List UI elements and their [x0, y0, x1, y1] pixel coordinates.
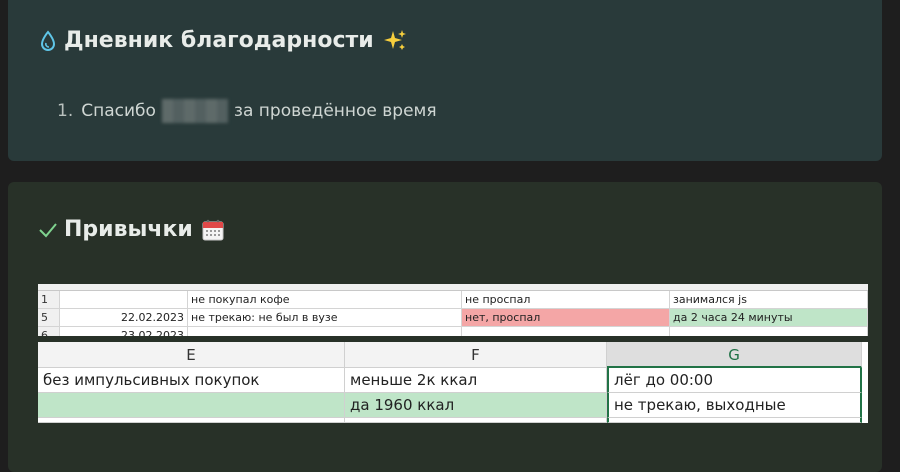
gratitude-list-item: 1. Спасибо за проведённое время [57, 99, 437, 123]
cell: да 1960 ккал [345, 393, 607, 418]
cell [462, 327, 670, 336]
cell [38, 393, 345, 418]
habits-heading: Привычки [38, 217, 225, 242]
habits-card: Привычки 1 не покупал кофе не проспал за… [8, 182, 882, 472]
habits-title: Привычки [64, 217, 193, 242]
cell [38, 418, 345, 423]
cell: нет, проспал [462, 309, 670, 326]
cell: не трекаю: не был в вузе [188, 309, 462, 326]
column-header-e: E [38, 342, 345, 368]
droplet-icon [38, 29, 58, 52]
cell-date [60, 291, 188, 308]
gratitude-heading: Дневник благодарности [38, 28, 408, 53]
row-number: 5 [38, 309, 60, 326]
list-prefix: Спасибо [81, 101, 156, 121]
cell: меньше 2к ккал [345, 368, 607, 393]
list-number: 1. [57, 101, 74, 121]
habits-sheet-large: E F G без импульсивных покупок меньше 2к… [38, 342, 868, 423]
cell: лёг до 00:00 [607, 368, 862, 393]
cell-date: 22.02.2023 [60, 309, 188, 326]
cell: не покупал кофе [188, 291, 462, 308]
column-header-f: F [345, 342, 607, 368]
cell: занимался js [670, 291, 868, 308]
cell-date: 23.02.2023 [60, 327, 188, 336]
column-header-g: G [607, 342, 862, 368]
cell [345, 418, 607, 423]
cell: да 2 часа 24 минуты [670, 309, 868, 326]
sheet-header-strip [38, 284, 868, 291]
table-row: 5 22.02.2023 не трекаю: не был в вузе не… [38, 309, 868, 327]
checkmark-icon [38, 221, 58, 239]
gratitude-title: Дневник благодарности [64, 28, 374, 53]
cell: не трекаю, выходные [607, 393, 862, 418]
cell: без импульсивных покупок [38, 368, 345, 393]
row-number: 6 [38, 327, 60, 336]
gratitude-card: Дневник благодарности 1. Спасибо за пров… [8, 0, 882, 161]
cell [188, 327, 462, 336]
cell [670, 327, 868, 336]
calendar-icon [201, 218, 225, 242]
habits-sheet-small: 1 не покупал кофе не проспал занимался j… [38, 284, 868, 336]
table-row: 6 23.02.2023 [38, 327, 868, 336]
list-suffix: за проведённое время [233, 101, 437, 121]
table-row: 1 не покупал кофе не проспал занимался j… [38, 291, 868, 309]
cell: не проспал [462, 291, 670, 308]
cell [607, 418, 862, 423]
blurred-name [161, 99, 228, 123]
row-number: 1 [38, 291, 60, 308]
sparkles-icon [382, 29, 408, 53]
